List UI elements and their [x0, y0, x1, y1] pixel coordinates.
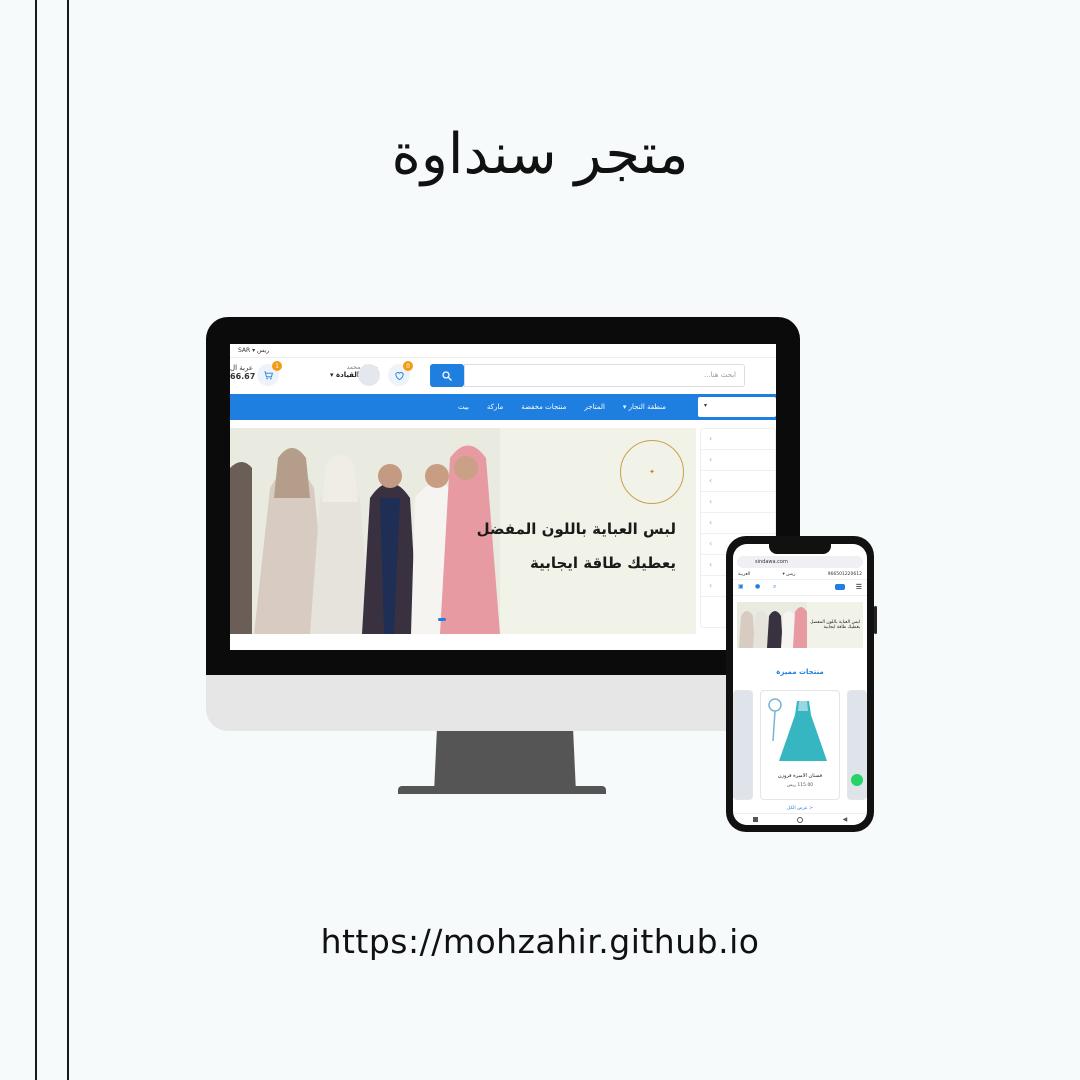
monitor-stand-neck — [434, 731, 576, 793]
phone-notch — [769, 544, 831, 554]
page-url[interactable]: https://mohzahir.github.io — [0, 922, 1080, 961]
nav-item-home[interactable]: بيت — [458, 403, 469, 411]
phone-screen: sindawa.com 966501220612 ريس ▾ العربية ☰… — [733, 544, 867, 825]
hero-banner[interactable]: ✦ لبس العباية باللون المفضل يعطيك طاقة ا… — [230, 428, 696, 634]
nav-item-stores[interactable]: المتاجر — [584, 403, 605, 411]
banner-line-1: لبس العباية باللون المفضل — [476, 520, 676, 538]
phone-mockup: sindawa.com 966501220612 ريس ▾ العربية ☰… — [726, 536, 877, 832]
whatsapp-icon[interactable] — [851, 774, 863, 786]
search-icon — [442, 370, 452, 381]
heart-icon — [394, 371, 404, 380]
mobile-hero-banner[interactable]: لبس العباية باللون المفضل يعطيك طاقة ايج… — [737, 602, 863, 648]
product-card-partial[interactable] — [733, 690, 753, 800]
dress-image — [768, 698, 827, 761]
category-item[interactable]: ‹ — [701, 492, 775, 513]
brand-logo: ✦ — [620, 440, 684, 504]
mobile-header: ☰ ⌕ ● ▣ — [733, 580, 867, 596]
search-icon[interactable]: ⌕ — [773, 583, 776, 591]
cart-button[interactable]: 1 — [257, 361, 282, 386]
cart-count-badge: 1 — [272, 361, 282, 371]
mobile-address-bar[interactable]: sindawa.com — [737, 556, 863, 568]
menu-icon[interactable]: ☰ — [856, 583, 862, 591]
nav-item-merchants[interactable]: منطقة التجار ▾ — [623, 403, 666, 411]
back-icon[interactable]: ◀ — [843, 816, 848, 823]
product-card[interactable]: فستان الاميرة فروزن 115.00 ريس — [760, 690, 840, 800]
carousel-indicator[interactable] — [438, 618, 446, 621]
nav-item-brands[interactable]: ماركة — [487, 403, 503, 411]
cart-icon[interactable]: ▣ — [738, 583, 744, 590]
nav-item-discounts[interactable]: منتجات مخفضة — [521, 403, 566, 411]
home-icon[interactable] — [797, 816, 804, 823]
product-price: 115.00 ريس — [786, 783, 814, 788]
recent-apps-icon[interactable] — [752, 817, 758, 822]
main-nav: بيت ماركة منتجات مخفضة المتاجر منطقة الت… — [230, 394, 776, 420]
category-item[interactable]: ‹ — [701, 471, 775, 492]
desktop-screen: SAR ▾ ريس عربة ال 66.67 1 مرحبًا, محمد ل… — [230, 344, 776, 650]
category-dropdown[interactable]: ▾ — [698, 397, 776, 417]
mobile-models-image — [737, 602, 807, 648]
site-header: عربة ال 66.67 1 مرحبًا, محمد لوحة القياد… — [230, 358, 776, 394]
page-title: متجر سنداوة — [391, 122, 689, 187]
mobile-phone-number: 966501220612 — [827, 572, 862, 577]
search-input[interactable]: ابحث هنا... — [464, 364, 745, 387]
mobile-banner-text: لبس العباية باللون المفضل يعطيك طاقة ايج… — [810, 620, 860, 630]
banner-line-2: يعطيك طاقة ايجابية — [530, 554, 676, 572]
currency-bar: SAR ▾ ريس — [230, 344, 776, 358]
mobile-language[interactable]: العربية — [738, 572, 750, 577]
cart-summary[interactable]: عربة ال 66.67 — [230, 364, 255, 381]
view-all-link[interactable]: < عرض الكل — [733, 806, 867, 811]
user-icon[interactable]: ● — [755, 583, 760, 590]
category-item[interactable]: ‹ — [701, 450, 775, 471]
currency-selector[interactable]: SAR ▾ ريس — [238, 347, 269, 354]
wishlist-button[interactable]: 0 — [388, 361, 413, 386]
cart-label: عربة ال — [230, 364, 253, 372]
nav-items: بيت ماركة منتجات مخفضة المتاجر منطقة الت… — [458, 394, 666, 420]
models-image — [230, 428, 500, 634]
logo — [835, 584, 845, 590]
mobile-topbar: 966501220612 ريس ▾ العربية — [733, 570, 867, 580]
product-name[interactable]: فستان الاميرة فروزن — [761, 773, 839, 779]
monitor-stand-foot — [398, 786, 606, 794]
cart-amount: 66.67 — [230, 372, 256, 381]
mobile-currency[interactable]: ريس ▾ — [783, 572, 796, 577]
featured-products-title: منتجات مميزة — [776, 668, 824, 676]
category-item[interactable]: ‹ — [701, 513, 775, 534]
search-button[interactable] — [430, 364, 464, 387]
category-item[interactable]: ‹ — [701, 429, 775, 450]
monitor-chin — [206, 675, 800, 731]
phone-side-button — [874, 606, 877, 634]
avatar[interactable] — [358, 364, 380, 386]
cart-icon — [263, 370, 273, 379]
desktop-monitor: SAR ▾ ريس عربة ال 66.67 1 مرحبًا, محمد ل… — [206, 317, 800, 731]
android-nav-bar: ◀ — [733, 813, 867, 825]
wishlist-count-badge: 0 — [403, 361, 413, 371]
